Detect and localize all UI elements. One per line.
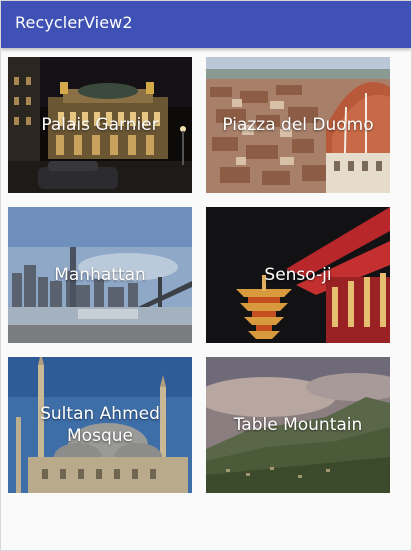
card-title: Piazza del Duomo	[222, 115, 374, 135]
app-window: RecyclerView2 Palais Garnier Piazza del …	[0, 0, 412, 551]
card-palais-garnier[interactable]: Palais Garnier	[8, 57, 192, 193]
card-piazza-del-duomo[interactable]: Piazza del Duomo	[206, 57, 390, 193]
app-bar: RecyclerView2	[1, 1, 411, 48]
card-table-mountain[interactable]: Table Mountain	[206, 357, 390, 493]
card-title: Sultan Ahmed Mosque	[40, 404, 160, 446]
app-title: RecyclerView2	[15, 13, 133, 32]
card-title: Palais Garnier	[41, 115, 159, 135]
card-senso-ji[interactable]: Senso-ji	[206, 207, 390, 343]
card-title: Senso-ji	[264, 265, 332, 285]
card-title: Table Mountain	[233, 415, 363, 435]
card-manhattan[interactable]: Manhattan	[8, 207, 192, 343]
card-title: Manhattan	[54, 265, 146, 285]
recycler-grid[interactable]: Palais Garnier Piazza del Duomo Manhatta…	[1, 48, 411, 550]
card-sultan-ahmed-mosque[interactable]: Sultan Ahmed Mosque	[8, 357, 192, 493]
